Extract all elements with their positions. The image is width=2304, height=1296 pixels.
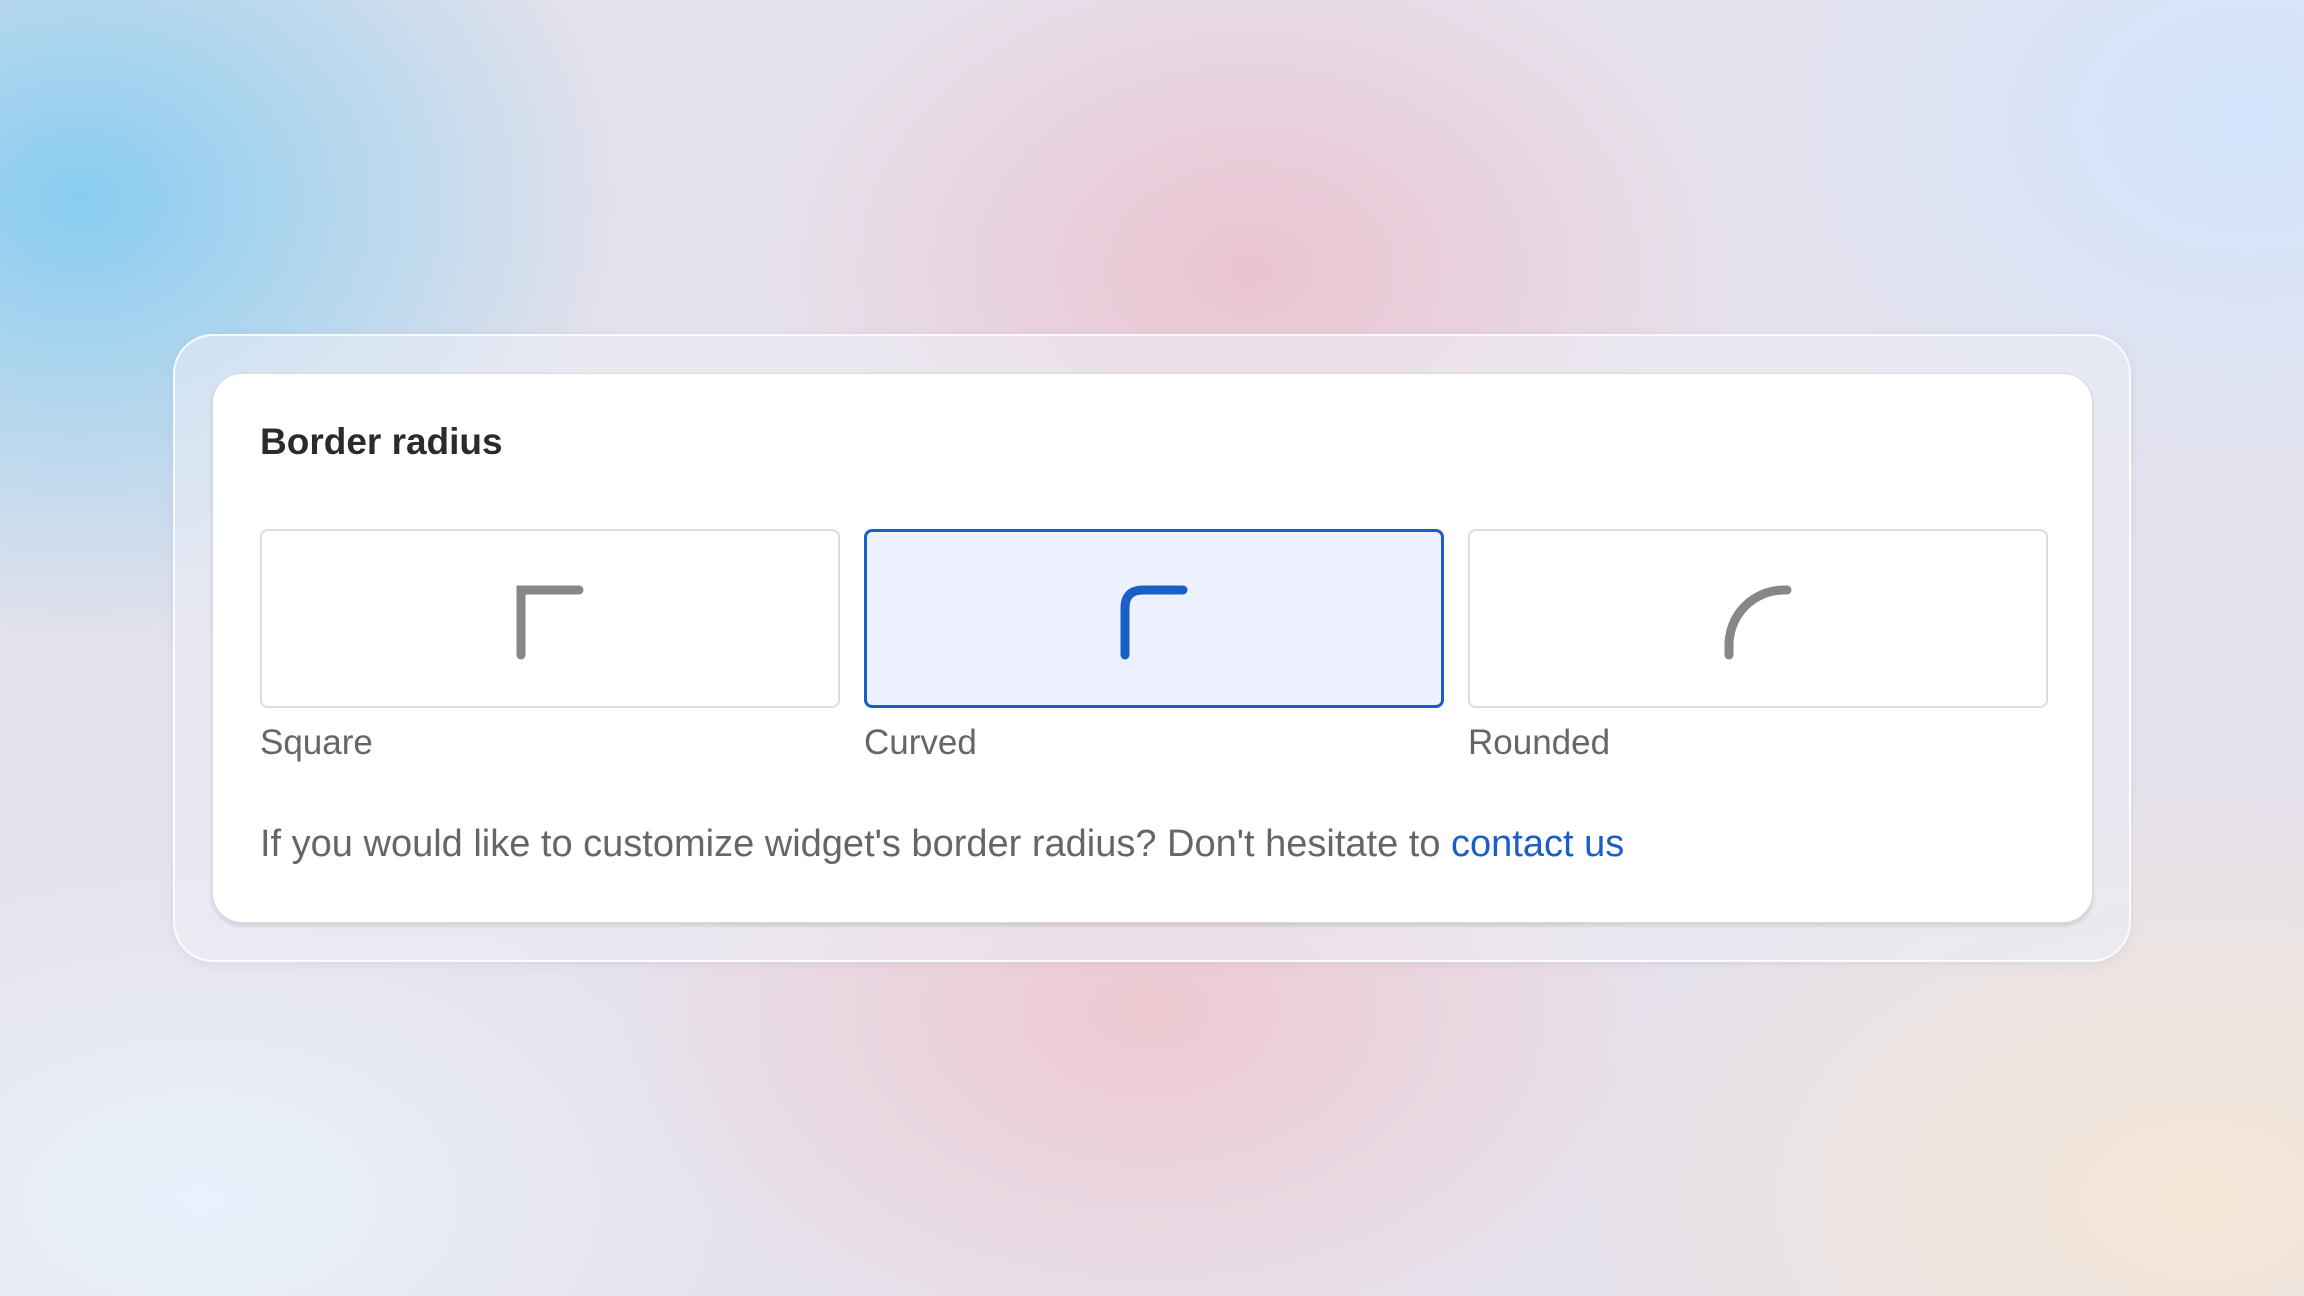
panel-title: Border radius [260, 421, 503, 462]
curved-option-label: Curved [864, 723, 977, 762]
help-text-body: If you would like to customize widget's … [260, 823, 1452, 865]
square-option-button[interactable] [260, 529, 840, 708]
square-corner-icon [516, 585, 584, 659]
rounded-option-button[interactable] [1468, 529, 2048, 708]
help-text: If you would like to customize widget's … [260, 822, 1624, 868]
curved-corner-icon [1120, 585, 1188, 659]
border-radius-panel: Border radius Square Curved Rounded If y… [212, 373, 2093, 923]
rounded-option-label: Rounded [1468, 723, 1611, 762]
curved-option-button[interactable] [864, 529, 1444, 708]
square-option-label: Square [260, 723, 373, 762]
contact-us-link[interactable]: contact us [1451, 823, 1624, 865]
rounded-corner-icon [1724, 585, 1792, 659]
